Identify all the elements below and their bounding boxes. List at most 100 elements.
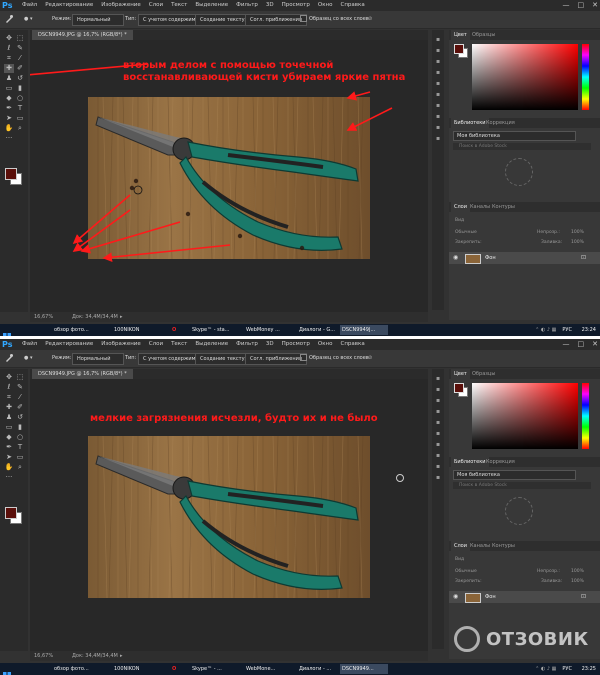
language-indicator[interactable]: РУС <box>562 666 572 672</box>
character-icon[interactable]: ▪ <box>434 80 442 88</box>
pen-tool-icon[interactable]: ✒ <box>4 443 14 452</box>
layer-name[interactable]: Фон <box>485 593 496 601</box>
lasso-tool-icon[interactable]: ℓ <box>4 44 14 53</box>
start-menu-icon[interactable] <box>3 326 11 336</box>
maximize-icon[interactable]: □ <box>578 339 585 350</box>
glyphs-icon[interactable]: ▪ <box>434 474 442 482</box>
spot-healing-brush-icon[interactable] <box>4 14 14 24</box>
quick-select-tool-icon[interactable]: ✎ <box>15 44 25 53</box>
menu-item[interactable]: Текст <box>167 0 191 11</box>
tab-paths[interactable]: Контуры <box>489 541 518 551</box>
tab-color[interactable]: Цвет <box>451 369 470 379</box>
type-tool-icon[interactable]: T <box>15 104 25 113</box>
history-icon[interactable]: ▪ <box>434 36 442 44</box>
brush-icon[interactable]: ▪ <box>434 69 442 77</box>
blur-tool-icon[interactable]: ◆ <box>4 94 14 103</box>
zoom-level[interactable]: 16,67% <box>34 312 53 322</box>
marquee-tool-icon[interactable]: ⬚ <box>15 34 25 43</box>
type-tool-icon[interactable]: T <box>15 443 25 452</box>
hue-slider[interactable] <box>582 44 589 110</box>
gradient-tool-icon[interactable]: ▮ <box>15 423 25 432</box>
library-drop-zone[interactable] <box>505 158 533 186</box>
hand-tool-icon[interactable]: ✋ <box>4 124 14 133</box>
brush-size-preview[interactable]: ● ▾ <box>24 353 32 363</box>
fg-color[interactable] <box>454 44 464 54</box>
layers-comp-icon[interactable]: ▪ <box>434 124 442 132</box>
tab-corrections[interactable]: Коррекция <box>483 457 518 467</box>
menu-item[interactable]: Файл <box>18 339 41 350</box>
close-icon[interactable]: ✕ <box>592 0 598 11</box>
taskbar-item[interactable]: WebMoney ... <box>244 325 296 335</box>
lasso-tool-icon[interactable]: ℓ <box>4 383 14 392</box>
minimize-icon[interactable]: — <box>563 0 570 11</box>
tab-swatches[interactable]: Образцы <box>469 30 498 40</box>
opacity-value[interactable]: 100% <box>571 230 584 235</box>
hue-slider[interactable] <box>582 383 589 449</box>
fg-color[interactable] <box>454 383 464 393</box>
tray-icons[interactable]: ⌃ ◐ ♪ ▦ <box>535 666 556 672</box>
menu-item[interactable]: Фильтр <box>232 0 262 11</box>
foreground-color-swatch[interactable] <box>5 168 17 180</box>
zoom-tool-icon[interactable]: ⌕ <box>15 463 25 472</box>
foreground-color-swatch[interactable] <box>5 507 17 519</box>
spot-healing-brush-icon[interactable] <box>4 353 14 363</box>
brush-icon[interactable]: ▪ <box>434 408 442 416</box>
status-arrow-icon[interactable]: ▸ <box>120 312 123 322</box>
zoom-level[interactable]: 16,67% <box>34 651 53 661</box>
type-proximity-button[interactable]: Согл. приближения <box>245 14 307 26</box>
layer-kind-filter[interactable]: Вид <box>455 218 464 223</box>
character-icon[interactable]: ▪ <box>434 419 442 427</box>
taskbar-item[interactable]: обзор фото... <box>52 325 114 335</box>
taskbar-item[interactable]: O <box>170 664 184 674</box>
opacity-value[interactable]: 100% <box>571 569 584 574</box>
path-select-tool-icon[interactable]: ➤ <box>4 114 14 123</box>
eyedropper-tool-icon[interactable]: ⁄ <box>15 54 25 63</box>
taskbar-item[interactable]: WebMone... <box>244 664 296 674</box>
info-icon[interactable]: ▪ <box>434 397 442 405</box>
history-brush-tool-icon[interactable]: ↺ <box>15 74 25 83</box>
menu-item[interactable]: Файл <box>18 0 41 11</box>
library-drop-zone[interactable] <box>505 497 533 525</box>
clock[interactable]: 23:24 <box>582 327 596 333</box>
dodge-tool-icon[interactable]: ○ <box>15 94 25 103</box>
color-picker-field[interactable] <box>472 383 578 449</box>
clock[interactable]: 23:25 <box>582 666 596 672</box>
hand-tool-icon[interactable]: ✋ <box>4 463 14 472</box>
tab-color[interactable]: Цвет <box>451 30 470 40</box>
stock-search-input[interactable]: Поиск в Adobe Stock <box>453 482 591 489</box>
pen-tool-icon[interactable]: ✒ <box>4 104 14 113</box>
pressure-icon[interactable]: ⊘ <box>368 14 372 24</box>
minimize-icon[interactable]: — <box>563 339 570 350</box>
canvas-area[interactable]: мелкие загрязнения исчезли, будто их и н… <box>30 379 428 651</box>
healing-brush-tool-icon[interactable]: ✚ <box>4 403 14 412</box>
mode-select[interactable]: Нормальный <box>72 353 124 365</box>
document-tab[interactable]: DSCN9949.JPG @ 16,7% (RGB/8*) * <box>32 369 133 379</box>
menu-item[interactable]: Справка <box>336 339 368 350</box>
actions-icon[interactable]: ▪ <box>434 113 442 121</box>
layer-row[interactable]: ◉ Фон ⊡ <box>449 591 600 603</box>
eraser-tool-icon[interactable]: ▭ <box>4 423 14 432</box>
menu-item[interactable]: Редактирование <box>41 0 97 11</box>
mode-select[interactable]: Нормальный <box>72 14 124 26</box>
brush-tool-icon[interactable]: ✐ <box>15 64 25 73</box>
taskbar-item[interactable]: Skype™ - sta... <box>190 325 242 335</box>
actions-icon[interactable]: ▪ <box>434 452 442 460</box>
brush-tool-icon[interactable]: ✐ <box>15 403 25 412</box>
zoom-tool-icon[interactable]: ⌕ <box>15 124 25 133</box>
brush-size-preview[interactable]: ● ▾ <box>24 14 32 24</box>
move-tool-icon[interactable]: ✥ <box>4 34 14 43</box>
more-tools-icon[interactable]: ··· <box>4 473 14 482</box>
menu-item[interactable]: Просмотр <box>278 339 314 350</box>
taskbar-item[interactable]: Skype™ - ... <box>190 664 242 674</box>
shape-tool-icon[interactable]: ▭ <box>15 453 25 462</box>
type-proximity-button[interactable]: Согл. приближения <box>245 353 307 365</box>
marquee-tool-icon[interactable]: ⬚ <box>15 373 25 382</box>
menu-item[interactable]: Редактирование <box>41 339 97 350</box>
tab-swatches[interactable]: Образцы <box>469 369 498 379</box>
menu-item[interactable]: Изображение <box>97 0 145 11</box>
path-select-tool-icon[interactable]: ➤ <box>4 453 14 462</box>
menu-item[interactable]: Окно <box>314 339 337 350</box>
blur-tool-icon[interactable]: ◆ <box>4 433 14 442</box>
color-picker-field[interactable] <box>472 44 578 110</box>
start-menu-icon[interactable] <box>3 665 11 675</box>
